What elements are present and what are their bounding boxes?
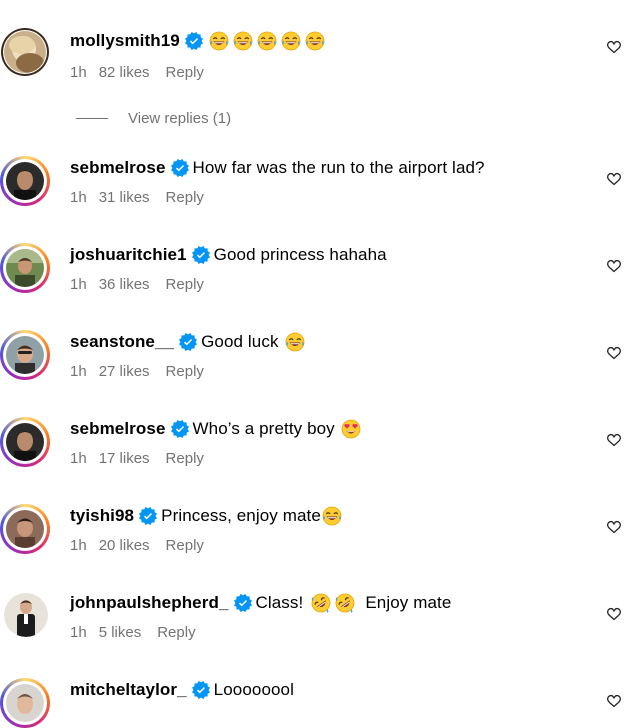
comment-username[interactable]: seanstone__ xyxy=(70,332,174,352)
view-replies-button[interactable]: View replies (1) xyxy=(76,108,231,128)
comment-text-after: Enjoy mate xyxy=(365,593,452,612)
avatar[interactable] xyxy=(0,27,50,77)
verified-badge-icon xyxy=(192,246,210,264)
like-heart-icon[interactable] xyxy=(606,345,622,361)
reply-button[interactable]: Reply xyxy=(166,363,204,380)
comment-username[interactable]: sebmelrose xyxy=(70,158,166,178)
tears-of-joy-emoji-icon xyxy=(281,31,301,51)
comment-username[interactable]: mitcheltaylor_ xyxy=(70,680,187,700)
avatar[interactable] xyxy=(0,156,50,206)
verified-badge-icon xyxy=(171,420,189,438)
comment-text: Princess, enjoy mate xyxy=(161,506,321,525)
avatar[interactable] xyxy=(4,593,48,637)
avatar[interactable] xyxy=(0,330,50,380)
verified-badge-icon xyxy=(171,159,189,177)
comment-likes[interactable]: 20 likes xyxy=(99,537,150,554)
reply-button[interactable]: Reply xyxy=(166,450,204,467)
avatar[interactable] xyxy=(0,678,50,728)
verified-badge-icon xyxy=(192,681,210,699)
tears-of-joy-emoji-icon xyxy=(233,31,253,51)
comment-likes[interactable]: 31 likes xyxy=(99,189,150,206)
comment-time: 1h xyxy=(70,536,87,554)
like-heart-icon[interactable] xyxy=(606,258,622,274)
comment-likes[interactable]: 5 likes xyxy=(99,624,142,641)
comment-time: 1h xyxy=(70,449,87,467)
like-heart-icon[interactable] xyxy=(606,606,622,622)
reply-button[interactable]: Reply xyxy=(166,537,204,554)
comment-emojis xyxy=(207,31,327,51)
reply-button[interactable]: Reply xyxy=(166,64,204,81)
like-heart-icon[interactable] xyxy=(606,432,622,448)
verified-badge-icon xyxy=(185,32,203,50)
comment-time: 1h xyxy=(70,362,87,380)
comment-likes[interactable]: 82 likes xyxy=(99,64,150,81)
comment-text: How far was the run to the airport lad? xyxy=(192,158,485,177)
tears-of-joy-emoji-icon xyxy=(305,31,325,51)
verified-badge-icon xyxy=(139,507,157,525)
comment-username[interactable]: sebmelrose xyxy=(70,419,166,439)
tears-of-joy-emoji-icon xyxy=(209,31,229,51)
tears-of-joy-emoji-icon xyxy=(322,506,342,526)
reply-button[interactable]: Reply xyxy=(166,276,204,293)
comment-time: 1h xyxy=(70,63,87,81)
comment-username[interactable]: mollysmith19 xyxy=(70,31,180,51)
view-replies-divider xyxy=(76,117,108,119)
tears-of-joy-emoji-icon xyxy=(257,31,277,51)
comment-likes[interactable]: 17 likes xyxy=(99,450,150,467)
comment-username[interactable]: joshuaritchie1 xyxy=(70,245,187,265)
rofl-emoji-icon xyxy=(335,593,355,613)
avatar[interactable] xyxy=(0,243,50,293)
comment-time: 1h xyxy=(70,188,87,206)
comment-likes[interactable]: 36 likes xyxy=(99,276,150,293)
like-heart-icon[interactable] xyxy=(606,39,622,55)
comment-username[interactable]: tyishi98 xyxy=(70,506,134,526)
verified-badge-icon xyxy=(234,594,252,612)
heart-eyes-emoji-icon xyxy=(341,419,361,439)
rofl-emoji-icon xyxy=(311,593,331,613)
like-heart-icon[interactable] xyxy=(606,171,622,187)
reply-button[interactable]: Reply xyxy=(157,624,195,641)
tears-of-joy-emoji-icon xyxy=(285,332,305,352)
comment-username[interactable]: johnpaulshepherd_ xyxy=(70,593,229,613)
comment-likes[interactable]: 27 likes xyxy=(99,363,150,380)
like-heart-icon[interactable] xyxy=(606,693,622,709)
comment-text: Good princess hahaha xyxy=(213,245,387,264)
comment-text: Good luck xyxy=(201,332,279,351)
like-heart-icon[interactable] xyxy=(606,519,622,535)
comment-text: Class! xyxy=(255,593,304,612)
comment-text: Loooooool xyxy=(213,680,294,699)
view-replies-label: View replies (1) xyxy=(128,109,232,127)
comment-text: Who’s a pretty boy xyxy=(192,419,335,438)
avatar[interactable] xyxy=(0,504,50,554)
reply-button[interactable]: Reply xyxy=(166,189,204,206)
comment-time: 1h xyxy=(70,623,87,641)
verified-badge-icon xyxy=(179,333,197,351)
avatar[interactable] xyxy=(0,417,50,467)
comment-time: 1h xyxy=(70,275,87,293)
